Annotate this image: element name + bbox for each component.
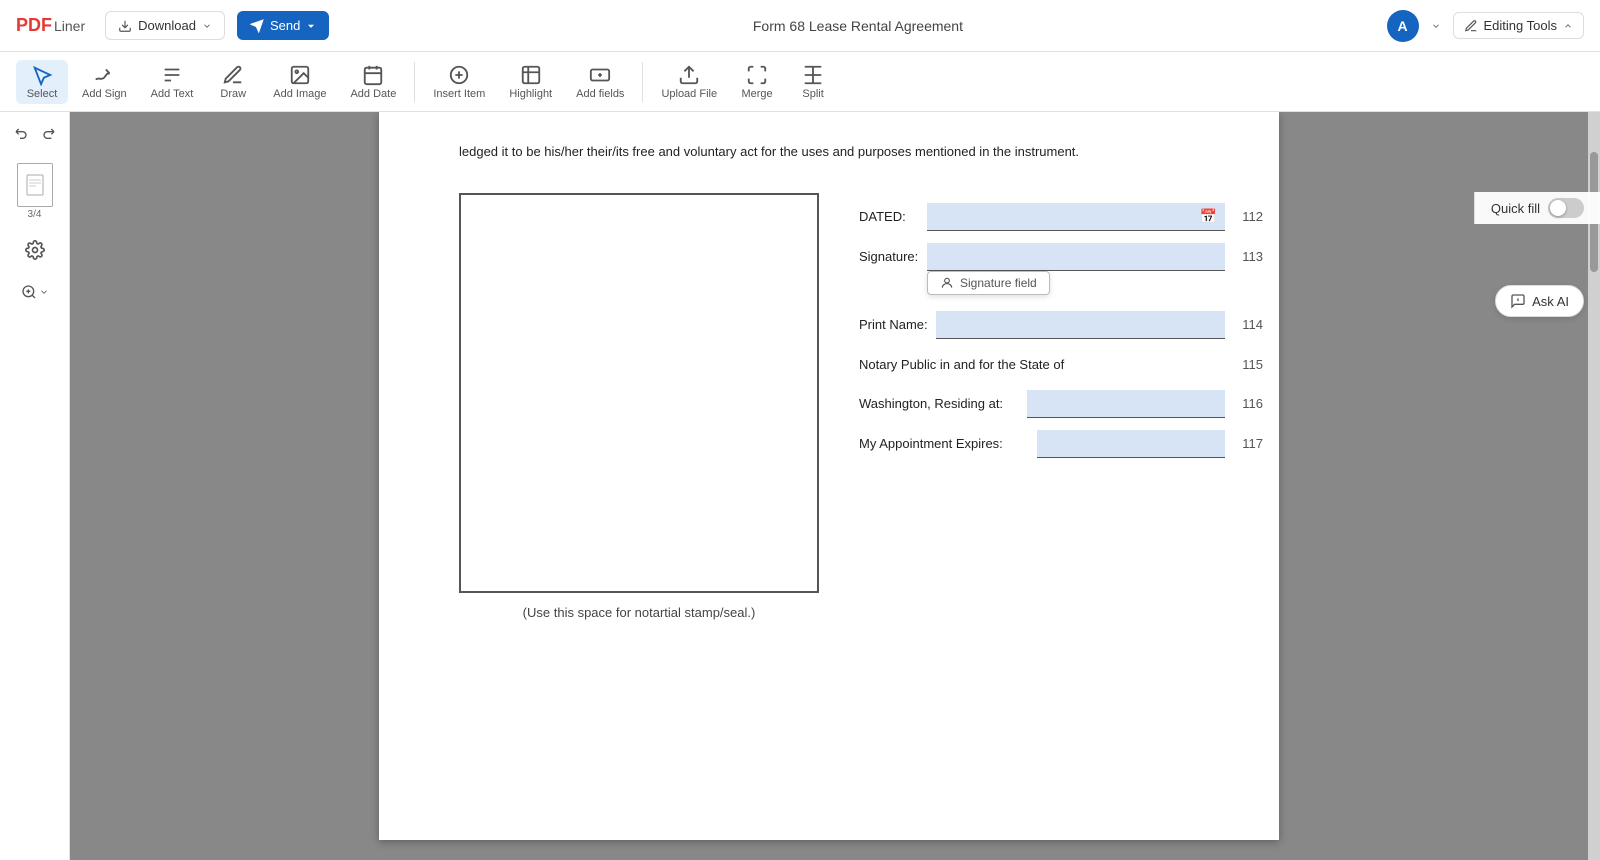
add-sign-label: Add Sign [82, 88, 127, 100]
signature-input[interactable] [927, 243, 1225, 271]
add-date-label: Add Date [350, 88, 396, 100]
insert-item-label: Insert Item [433, 88, 485, 100]
icon-toolbar: Select Add Sign Add Text Draw [0, 52, 1600, 112]
editing-tools-button[interactable]: Editing Tools [1453, 12, 1584, 39]
ask-ai-label: Ask AI [1532, 294, 1569, 309]
upload-file-tool[interactable]: Upload File [651, 60, 727, 104]
left-sidebar: 3/4 [0, 112, 70, 860]
add-text-label: Add Text [151, 88, 194, 100]
settings-button[interactable] [17, 232, 53, 268]
appointment-row: My Appointment Expires: 117 [859, 430, 1263, 458]
send-button[interactable]: Send [237, 11, 329, 40]
merge-label: Merge [741, 88, 772, 100]
page-number: 3/4 [28, 209, 42, 220]
appointment-label: My Appointment Expires: [859, 436, 1029, 451]
residing-input[interactable] [1027, 390, 1225, 418]
add-fields-tool[interactable]: Add fields [566, 60, 634, 104]
logo-liner-text: Liner [54, 18, 85, 34]
ask-ai-button[interactable]: Ask AI [1495, 285, 1584, 317]
dated-row: DATED: 📅 112 [859, 203, 1263, 231]
sig-field-wrapper: Signature field [927, 243, 1225, 271]
pdf-canvas[interactable]: ledged it to be his/her their/its free a… [70, 112, 1588, 860]
quick-fill-area: Quick fill [1474, 192, 1600, 224]
pdf-content: (Use this space for notartial stamp/seal… [459, 193, 1199, 620]
add-sign-tool[interactable]: Add Sign [72, 60, 137, 104]
dated-field-wrapper: 📅 [927, 203, 1225, 231]
main-toolbar: PDF Liner Download Send Form 68 Lease Re… [0, 0, 1600, 52]
line-115: 115 [1233, 357, 1263, 372]
page-icon [17, 163, 53, 207]
signature-tooltip-text: Signature field [960, 276, 1037, 290]
select-tool[interactable]: Select [16, 60, 68, 104]
print-name-label: Print Name: [859, 317, 928, 332]
highlight-tool[interactable]: Highlight [499, 60, 562, 104]
add-image-tool[interactable]: Add Image [263, 60, 336, 104]
notary-row: Notary Public in and for the State of 11… [859, 351, 1263, 378]
zoom-control[interactable] [13, 276, 57, 308]
appointment-input[interactable] [1037, 430, 1225, 458]
pdf-page: ledged it to be his/her their/its free a… [379, 112, 1279, 840]
add-date-tool[interactable]: Add Date [340, 60, 406, 104]
stamp-box [459, 193, 819, 593]
line-117: 117 [1233, 436, 1263, 451]
toggle-knob [1550, 200, 1566, 216]
avatar-button[interactable]: A [1387, 10, 1419, 42]
editing-tools-chevron-icon [1563, 21, 1573, 31]
dated-label: DATED: [859, 209, 919, 224]
download-label: Download [138, 18, 196, 33]
editing-tools-label: Editing Tools [1484, 18, 1557, 33]
dated-input[interactable] [927, 203, 1225, 231]
undo-button[interactable] [11, 122, 33, 147]
line-112: 112 [1233, 209, 1263, 224]
quick-fill-toggle[interactable] [1548, 198, 1584, 218]
add-image-label: Add Image [273, 88, 326, 100]
page-thumbnail[interactable]: 3/4 [13, 159, 57, 224]
download-button[interactable]: Download [105, 11, 225, 40]
merge-tool[interactable]: Merge [731, 60, 783, 104]
insert-item-tool[interactable]: Insert Item [423, 60, 495, 104]
print-name-row: Print Name: 114 [859, 311, 1263, 339]
add-text-tool[interactable]: Add Text [141, 60, 204, 104]
scrollbar[interactable] [1588, 112, 1600, 860]
split-label: Split [802, 88, 823, 100]
redo-button[interactable] [37, 122, 59, 147]
pdf-top-text: ledged it to be his/her their/its free a… [459, 142, 1199, 163]
draw-tool[interactable]: Draw [207, 60, 259, 104]
toolbar-divider-2 [642, 62, 643, 102]
add-fields-label: Add fields [576, 88, 624, 100]
app-logo: PDF Liner [16, 15, 85, 36]
washington-row: Washington, Residing at: 116 [859, 390, 1263, 418]
select-tool-label: Select [27, 88, 58, 100]
washington-label: Washington, Residing at: [859, 396, 1019, 411]
print-name-input[interactable] [936, 311, 1225, 339]
quick-fill-label: Quick fill [1491, 201, 1540, 216]
split-tool[interactable]: Split [787, 60, 839, 104]
form-fields: DATED: 📅 112 Signature: [859, 193, 1263, 620]
signature-tooltip: Signature field [927, 271, 1050, 295]
document-title: Form 68 Lease Rental Agreement [341, 18, 1374, 34]
line-114: 114 [1233, 317, 1263, 332]
ask-ai-icon [1510, 293, 1526, 309]
toolbar-divider-1 [414, 62, 415, 102]
notary-text: Notary Public in and for the State of [859, 351, 1064, 378]
avatar-chevron-icon [1431, 21, 1441, 31]
draw-label: Draw [220, 88, 246, 100]
upload-file-label: Upload File [661, 88, 717, 100]
editing-tools-icon [1464, 19, 1478, 33]
main-area: 3/4 ledged it to be [0, 112, 1600, 860]
signature-row: Signature: Signature field 113 [859, 243, 1263, 271]
signature-label: Signature: [859, 249, 919, 264]
send-label: Send [270, 18, 300, 33]
stamp-label: (Use this space for notartial stamp/seal… [459, 605, 819, 620]
toolbar-right: A Editing Tools [1387, 10, 1584, 42]
highlight-label: Highlight [509, 88, 552, 100]
logo-pdf-text: PDF [16, 15, 52, 36]
line-116: 116 [1233, 396, 1263, 411]
line-113: 113 [1233, 249, 1263, 264]
